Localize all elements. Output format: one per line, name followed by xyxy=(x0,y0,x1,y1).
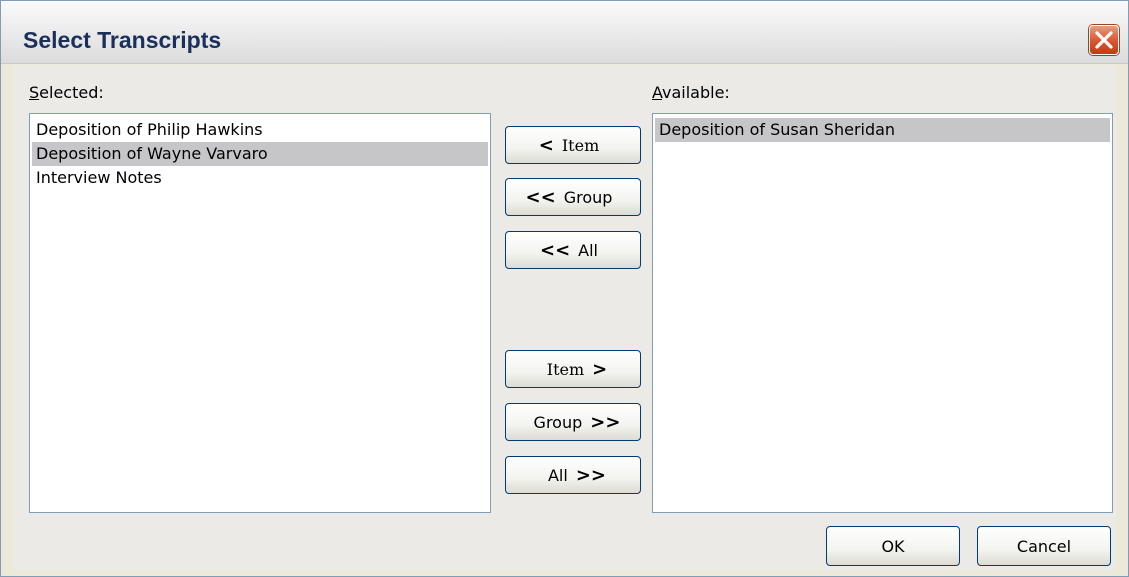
double-chevron-left-icon: << xyxy=(539,239,571,261)
ok-button[interactable]: OK xyxy=(826,526,960,566)
select-transcripts-dialog: Select Transcripts Selected: Deposition … xyxy=(0,0,1129,577)
move-item-left-button[interactable]: < Item xyxy=(505,126,641,164)
list-item[interactable]: Deposition of Wayne Varvaro xyxy=(32,142,488,166)
move-group-left-label: Group xyxy=(563,187,613,207)
available-label-mnemonic: A xyxy=(652,83,663,102)
double-chevron-right-icon: >> xyxy=(590,411,621,433)
move-item-left-label: Item xyxy=(561,135,600,155)
selected-label-mnemonic: S xyxy=(29,83,40,102)
title-bar: Select Transcripts xyxy=(1,1,1128,64)
available-listbox[interactable]: Deposition of Susan Sheridan xyxy=(652,113,1113,513)
cancel-button[interactable]: Cancel xyxy=(977,526,1111,566)
list-item[interactable]: Deposition of Philip Hawkins xyxy=(32,118,488,142)
available-label-text: vailable: xyxy=(662,83,730,102)
move-all-left-label: All xyxy=(578,240,598,260)
double-chevron-left-icon: << xyxy=(525,186,556,208)
available-label: Available: xyxy=(652,83,730,102)
chevron-left-icon: < xyxy=(538,134,554,156)
dialog-body: Selected: Deposition of Philip Hawkins D… xyxy=(13,65,1116,570)
move-all-right-label: All xyxy=(547,465,568,485)
move-group-right-button[interactable]: Group >> xyxy=(505,403,641,441)
ok-label: OK xyxy=(881,536,905,556)
move-all-left-button[interactable]: << All xyxy=(505,231,641,269)
double-chevron-right-icon: >> xyxy=(575,464,606,486)
list-item[interactable]: Interview Notes xyxy=(32,166,488,190)
selected-label: Selected: xyxy=(29,83,104,102)
list-item[interactable]: Deposition of Susan Sheridan xyxy=(655,118,1110,142)
chevron-right-icon: > xyxy=(592,358,608,380)
move-group-right-label: Group xyxy=(533,412,583,432)
move-item-right-label: Item xyxy=(546,359,585,379)
dialog-title: Select Transcripts xyxy=(23,27,222,53)
close-icon xyxy=(1095,31,1113,49)
move-all-right-button[interactable]: All >> xyxy=(505,456,641,494)
close-button[interactable] xyxy=(1089,25,1119,55)
move-group-left-button[interactable]: << Group xyxy=(505,178,641,216)
cancel-label: Cancel xyxy=(1016,536,1072,556)
selected-label-text: elected: xyxy=(39,83,104,102)
selected-listbox[interactable]: Deposition of Philip Hawkins Deposition … xyxy=(29,113,491,513)
move-item-right-button[interactable]: Item > xyxy=(505,350,641,388)
